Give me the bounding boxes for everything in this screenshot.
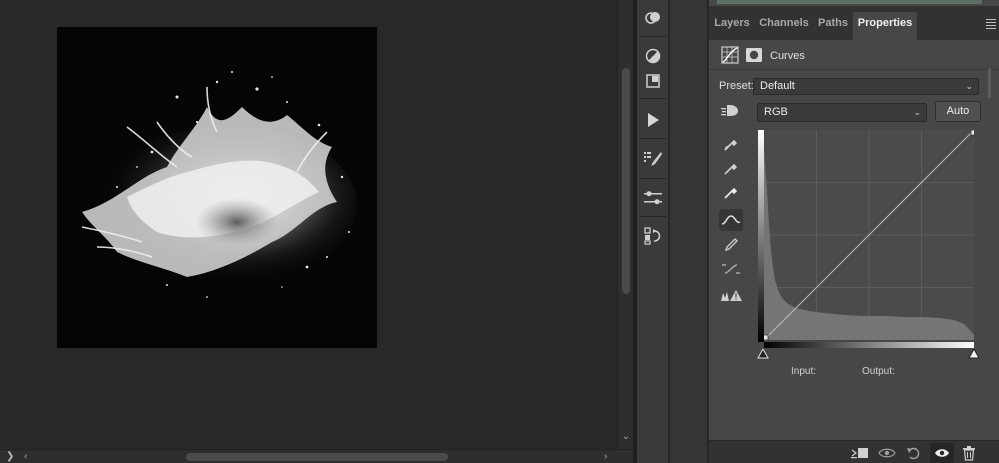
tool-separator — [640, 138, 666, 139]
brush-settings-icon[interactable] — [641, 147, 665, 171]
adjustments-icon[interactable] — [641, 6, 665, 30]
black-slider-handle[interactable] — [757, 346, 769, 364]
tool-separator — [640, 98, 666, 99]
white-slider-handle[interactable] — [968, 346, 980, 364]
expand-arrow-icon[interactable]: ❯ — [6, 450, 14, 463]
panel-tab-bar: Layers Channels Paths Properties — [709, 6, 999, 40]
clip-to-layer-icon[interactable] — [850, 444, 870, 462]
white-point-eyedropper-icon[interactable] — [719, 181, 743, 203]
preset-dropdown[interactable]: Default ⌄ — [753, 78, 979, 95]
tab-paths[interactable]: Paths — [813, 12, 853, 40]
canvas-horizontal-scrollbar[interactable]: ❯ ‹ › — [0, 449, 633, 463]
curves-graph[interactable] — [762, 129, 977, 341]
layer-mask-icon[interactable] — [745, 47, 763, 68]
properties-panel: Layers Channels Paths Properties Curves … — [709, 0, 999, 463]
gray-point-eyedropper-icon[interactable] — [719, 157, 743, 179]
color-half-icon[interactable] — [641, 44, 665, 68]
panel-bottom-bar — [709, 440, 999, 463]
chevron-down-icon: ⌄ — [965, 81, 973, 91]
powder-explosion-image — [57, 27, 377, 348]
properties-header: Curves — [709, 40, 999, 70]
view-previous-icon[interactable] — [877, 444, 897, 462]
auto-button[interactable]: Auto — [935, 101, 981, 122]
input-gradient-bar — [764, 342, 974, 348]
history-icon[interactable] — [641, 224, 665, 248]
delete-icon[interactable] — [959, 444, 979, 462]
panel-scrollbar[interactable] — [988, 68, 991, 98]
scroll-right-arrow-icon[interactable]: › — [604, 450, 607, 463]
output-label: Output: — [862, 366, 895, 377]
panel-title: Curves — [770, 50, 805, 62]
channel-value: RGB — [764, 106, 788, 118]
preset-label: Preset: — [719, 80, 754, 92]
scroll-down-arrow-icon[interactable]: ⌄ — [620, 431, 632, 443]
play-icon[interactable] — [641, 108, 665, 132]
channel-dropdown[interactable]: RGB ⌄ — [757, 103, 927, 122]
reset-icon[interactable] — [904, 444, 924, 462]
chevron-down-icon: ⌄ — [913, 107, 921, 117]
curves-graph-area — [757, 129, 980, 359]
tab-layers[interactable]: Layers — [709, 12, 755, 40]
horizontal-scroll-thumb[interactable] — [186, 453, 448, 461]
panel-icon-column — [637, 0, 669, 463]
tool-separator — [640, 178, 666, 179]
smooth-icon[interactable] — [719, 258, 743, 280]
tab-channels[interactable]: Channels — [755, 12, 813, 40]
document-canvas[interactable] — [0, 0, 617, 449]
scroll-left-arrow-icon[interactable]: ‹ — [24, 450, 27, 463]
tool-separator — [640, 36, 666, 37]
panel-menu-icon[interactable] — [986, 19, 996, 31]
input-label: Input: — [791, 366, 817, 377]
canvas-vertical-scrollbar[interactable]: ⌄ — [617, 0, 633, 449]
curve-points-icon[interactable] — [719, 209, 743, 231]
photoshop-window: ⌄ ❯ ‹ › Layers Channels Paths Properties… — [0, 0, 999, 463]
visibility-icon[interactable] — [930, 443, 954, 463]
tool-separator — [640, 216, 666, 217]
vertical-scroll-thumb[interactable] — [622, 68, 630, 294]
target-adjust-icon[interactable] — [721, 103, 741, 124]
panel-dock-spacer — [670, 0, 708, 463]
curves-adjustment-icon — [721, 46, 739, 69]
pencil-icon[interactable] — [719, 234, 743, 256]
black-point-eyedropper-icon[interactable] — [719, 133, 743, 155]
clipping-warning-icon[interactable] — [719, 285, 743, 307]
swatch-icon[interactable] — [641, 69, 665, 93]
properties-sliders-icon[interactable] — [641, 186, 665, 210]
tab-properties[interactable]: Properties — [853, 12, 917, 40]
preset-value: Default — [760, 80, 795, 92]
collapsed-panel-strip — [717, 0, 982, 4]
